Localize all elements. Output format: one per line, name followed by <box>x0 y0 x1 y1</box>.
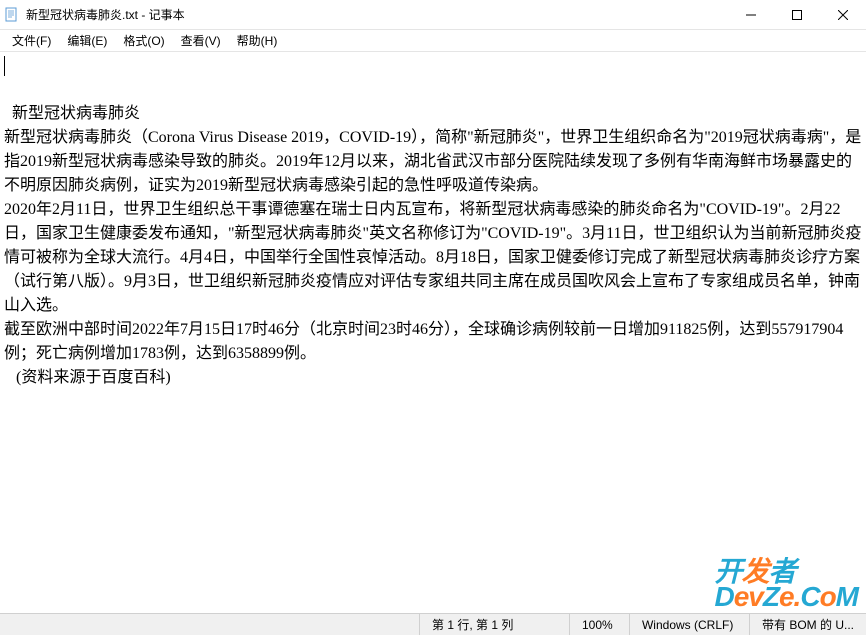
close-button[interactable] <box>820 0 866 30</box>
titlebar-left: 新型冠状病毒肺炎.txt - 记事本 <box>0 6 185 23</box>
status-encoding: 带有 BOM 的 U... <box>749 614 866 635</box>
document-text: 新型冠状病毒肺炎 新型冠状病毒肺炎（Corona Virus Disease 2… <box>4 105 862 386</box>
statusbar: 第 1 行, 第 1 列 100% Windows (CRLF) 带有 BOM … <box>0 613 866 635</box>
menu-view[interactable]: 查看(V) <box>173 30 229 51</box>
minimize-button[interactable] <box>728 0 774 30</box>
notepad-icon <box>4 7 20 23</box>
status-zoom: 100% <box>569 614 629 635</box>
menubar: 文件(F) 编辑(E) 格式(O) 查看(V) 帮助(H) <box>0 30 866 52</box>
titlebar: 新型冠状病毒肺炎.txt - 记事本 <box>0 0 866 30</box>
window-controls <box>728 0 866 29</box>
menu-edit[interactable]: 编辑(E) <box>59 30 115 51</box>
status-position: 第 1 行, 第 1 列 <box>419 614 569 635</box>
menu-help[interactable]: 帮助(H) <box>229 30 286 51</box>
menu-file[interactable]: 文件(F) <box>4 30 59 51</box>
text-editor-area[interactable]: 新型冠状病毒肺炎 新型冠状病毒肺炎（Corona Virus Disease 2… <box>0 52 866 613</box>
window-title: 新型冠状病毒肺炎.txt - 记事本 <box>26 6 185 23</box>
menu-format[interactable]: 格式(O) <box>115 30 172 51</box>
status-lineending: Windows (CRLF) <box>629 614 749 635</box>
text-cursor <box>4 56 5 76</box>
maximize-button[interactable] <box>774 0 820 30</box>
